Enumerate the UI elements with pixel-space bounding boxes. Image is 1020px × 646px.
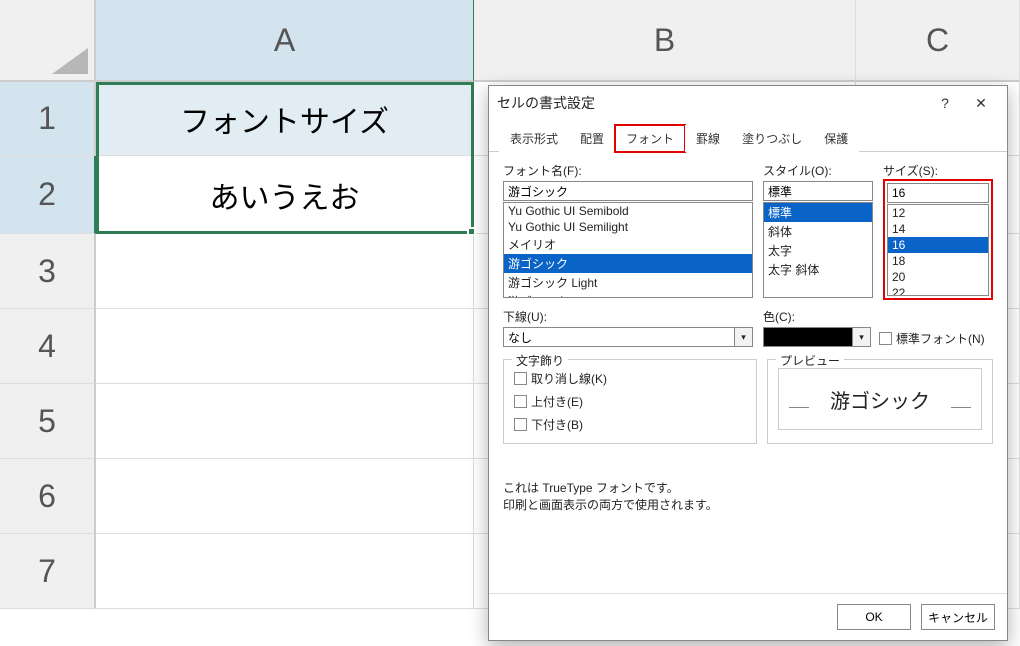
list-item[interactable]: 太字	[764, 241, 872, 260]
text-decoration-group: 文字飾り 取り消し線(K) 上付き(E) 下付き(B)	[503, 359, 757, 444]
column-header-C[interactable]: C	[856, 0, 1020, 82]
checkbox-icon	[514, 395, 527, 408]
font-name-list[interactable]: Yu Gothic UI SemiboldYu Gothic UI Semili…	[503, 202, 753, 298]
list-item[interactable]: 20	[888, 269, 988, 285]
tab-border[interactable]: 罫線	[685, 125, 731, 152]
dialog-separator	[489, 593, 1007, 594]
underline-dropdown[interactable]: ▾	[503, 327, 753, 347]
font-style-label: スタイル(O):	[763, 162, 873, 179]
list-item[interactable]: 游ゴシック	[504, 254, 752, 273]
default-font-checkbox[interactable]: 標準フォント(N)	[879, 330, 985, 347]
truetype-note-line1: これは TrueType フォントです。	[503, 480, 993, 497]
superscript-checkbox[interactable]: 上付き(E)	[514, 393, 746, 410]
row-header-4[interactable]: 4	[0, 309, 96, 384]
list-item[interactable]: 14	[888, 221, 988, 237]
list-item[interactable]: 太字 斜体	[764, 260, 872, 279]
cell-A5[interactable]	[96, 384, 474, 459]
preview-box: 游ゴシック	[778, 368, 982, 430]
select-all-corner[interactable]	[0, 0, 96, 82]
default-font-label: 標準フォント(N)	[896, 330, 985, 347]
list-item[interactable]: 18	[888, 253, 988, 269]
cell-A6[interactable]	[96, 459, 474, 534]
tab-format[interactable]: 表示形式	[499, 125, 569, 152]
list-item[interactable]: 斜体	[764, 222, 872, 241]
selection-border	[96, 82, 474, 234]
color-label: 色(C):	[763, 308, 871, 325]
font-size-list[interactable]: 121416182022	[887, 204, 989, 296]
list-item[interactable]: メイリオ	[504, 235, 752, 254]
list-item[interactable]: 22	[888, 285, 988, 296]
tab-fill[interactable]: 塗りつぶし	[731, 125, 813, 152]
list-item[interactable]: 游ゴシック Medium	[504, 292, 752, 298]
dialog-tabs: 表示形式 配置 フォント 罫線 塗りつぶし 保護	[489, 120, 1007, 152]
list-item[interactable]: 游ゴシック Light	[504, 273, 752, 292]
format-cells-dialog: セルの書式設定 ? ✕ 表示形式 配置 フォント 罫線 塗りつぶし 保護 フォン…	[488, 85, 1008, 641]
preview-text: 游ゴシック	[830, 385, 930, 414]
row-header-7[interactable]: 7	[0, 534, 96, 609]
subscript-label: 下付き(B)	[531, 416, 583, 433]
list-item[interactable]: Yu Gothic UI Semibold	[504, 203, 752, 219]
list-item[interactable]: Yu Gothic UI Semilight	[504, 219, 752, 235]
truetype-note: これは TrueType フォントです。 印刷と画面表示の両方で使用されます。	[503, 480, 993, 514]
help-button[interactable]: ?	[927, 90, 963, 116]
tab-align[interactable]: 配置	[569, 125, 615, 152]
size-highlight-frame: 121416182022	[883, 179, 993, 300]
column-header-A[interactable]: A	[96, 0, 474, 82]
font-name-label: フォント名(F):	[503, 162, 753, 179]
row-header-3[interactable]: 3	[0, 234, 96, 309]
chevron-down-icon[interactable]: ▾	[853, 327, 871, 347]
tab-font[interactable]: フォント	[615, 125, 685, 152]
ok-button[interactable]: OK	[837, 604, 911, 630]
list-item[interactable]: 12	[888, 205, 988, 221]
checkbox-icon	[514, 372, 527, 385]
strikethrough-label: 取り消し線(K)	[531, 370, 607, 387]
cell-A3[interactable]	[96, 234, 474, 309]
list-item[interactable]: 16	[888, 237, 988, 253]
color-swatch	[763, 327, 853, 347]
chevron-down-icon[interactable]: ▾	[735, 327, 753, 347]
color-dropdown[interactable]: ▾	[763, 327, 871, 347]
dialog-buttons: OK キャンセル	[837, 604, 995, 630]
row-header-2[interactable]: 2	[0, 156, 96, 234]
underline-input[interactable]	[503, 327, 735, 347]
preview-legend: プレビュー	[776, 352, 844, 369]
tab-protect[interactable]: 保護	[813, 125, 859, 152]
truetype-note-line2: 印刷と画面表示の両方で使用されます。	[503, 497, 993, 514]
dialog-title: セルの書式設定	[497, 93, 595, 113]
underline-label: 下線(U):	[503, 308, 753, 325]
font-style-input[interactable]	[763, 181, 873, 201]
dialog-body: フォント名(F): Yu Gothic UI SemiboldYu Gothic…	[489, 152, 1007, 524]
list-item[interactable]: 標準	[764, 203, 872, 222]
font-size-label: サイズ(S):	[883, 162, 993, 179]
font-style-list[interactable]: 標準斜体太字太字 斜体	[763, 202, 873, 298]
cell-A4[interactable]	[96, 309, 474, 384]
cell-A7[interactable]	[96, 534, 474, 609]
checkbox-icon	[514, 418, 527, 431]
close-button[interactable]: ✕	[963, 90, 999, 116]
column-header-B[interactable]: B	[474, 0, 856, 82]
strikethrough-checkbox[interactable]: 取り消し線(K)	[514, 370, 746, 387]
dialog-titlebar[interactable]: セルの書式設定 ? ✕	[489, 86, 1007, 120]
row-header-5[interactable]: 5	[0, 384, 96, 459]
row-header-1[interactable]: 1	[0, 82, 96, 156]
font-name-input[interactable]	[503, 181, 753, 201]
preview-group: プレビュー 游ゴシック	[767, 359, 993, 444]
checkbox-icon	[879, 332, 892, 345]
fill-handle[interactable]	[467, 227, 476, 236]
cancel-button[interactable]: キャンセル	[921, 604, 995, 630]
subscript-checkbox[interactable]: 下付き(B)	[514, 416, 746, 433]
text-decoration-legend: 文字飾り	[512, 352, 568, 369]
superscript-label: 上付き(E)	[531, 393, 583, 410]
row-header-6[interactable]: 6	[0, 459, 96, 534]
font-size-input[interactable]	[887, 183, 989, 203]
